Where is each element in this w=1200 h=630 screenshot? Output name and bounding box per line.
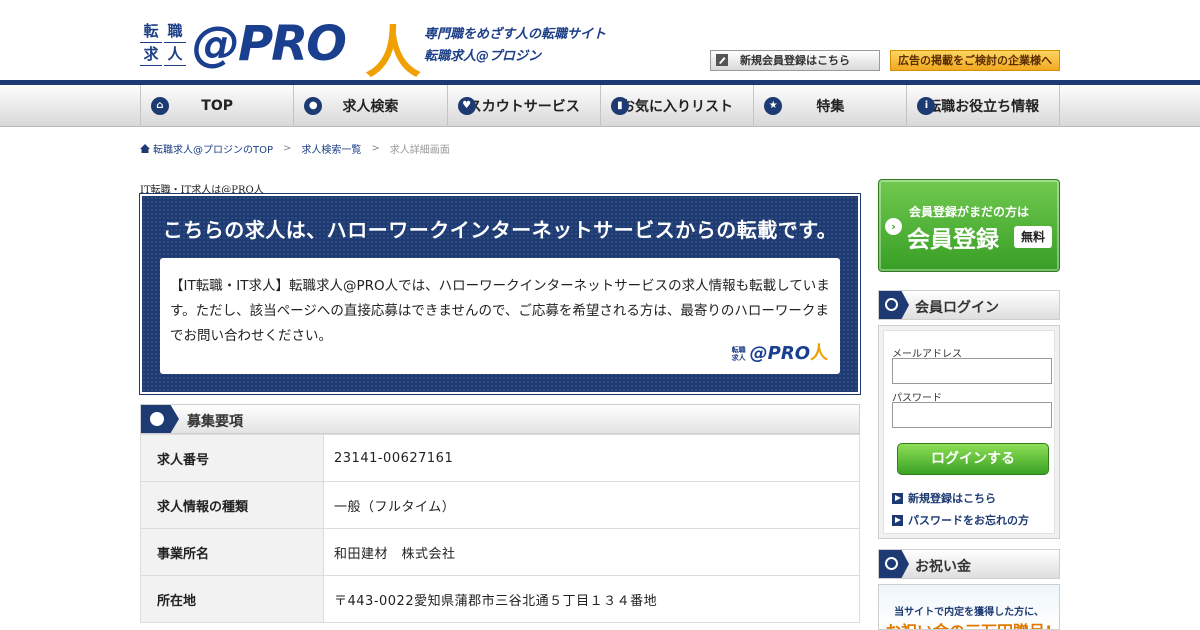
notice-title: こちらの求人は、ハローワークインターネットサービスからの転載です。 [162,218,838,242]
play-arrow-icon [892,492,903,504]
nav-label: 特集 [816,99,845,115]
table-row: 所在地 〒443-0022愛知県蒲郡市三谷北通５丁目１３４番地 [140,575,860,623]
nav-label: 求人検索 [342,99,399,115]
table-row: 求人番号 23141-00627161 [140,434,860,482]
new-member-register-button[interactable]: 新規会員登録はこちら [710,50,880,71]
home-icon: ⌂ [151,97,169,115]
nav-label: TOP [201,98,233,114]
notice-body-box: 【IT転職・IT求人】転職求人@PRO人では、ハローワークインターネットサービス… [160,258,840,374]
requirements-table: 求人番号 23141-00627161 求人情報の種類 一般（フルタイム） 事業… [140,434,860,623]
site-tagline: 専門職をめざす人の転職サイト 転職求人@プロジン [424,24,606,68]
breadcrumb-list-link[interactable]: 求人検索一覧 [301,141,361,156]
pencil-icon [716,54,728,66]
tagline-line-2: 転職求人@プロジン [424,49,542,64]
row-label: 求人情報の種類 [140,481,324,529]
nav-item-favorites[interactable]: ▮ お気に入りリスト [599,85,753,127]
gift-panel-header: お祝い金 [878,549,1060,579]
table-row: 求人情報の種類 一般（フルタイム） [140,481,860,529]
bookmark-icon: ▮ [610,97,629,115]
login-panel-title: 会員ログイン [915,300,999,316]
list-icon [150,412,164,426]
logo-kanji: 転職 求人 [140,20,190,70]
nav-item-career-info[interactable]: i 転職お役立ち情報 [906,85,1060,127]
row-value: 和田建材 株式会社 [323,528,860,576]
notice-body-text: 【IT転職・IT求人】転職求人@PRO人では、ハローワークインターネットサービス… [170,278,830,344]
section-title: 募集要項 [187,414,243,430]
breadcrumb-separator: > [371,143,380,154]
nav-label: 転職お役立ち情報 [927,99,1040,115]
heart-icon: ♥ [457,97,476,115]
register-banner-line2: 会員登録 [907,227,999,253]
nav-label: スカウトサービス [467,99,580,115]
notice-logo-mark: @PRO [749,343,810,364]
sidebar-register-banner[interactable]: › 会員登録がまだの方は 会員登録 無料 [878,179,1060,272]
row-label: 求人番号 [140,434,324,482]
notice-logo: 転職 求人 @PRO人 [732,341,828,366]
diamond-icon [885,557,898,570]
logo-person-glyph: 人 [365,20,421,86]
email-field[interactable] [892,358,1052,384]
forgot-password-link[interactable]: パスワードをお忘れの方 [892,512,1029,528]
breadcrumb-home-link[interactable]: 転職求人@プロジンのTOP [153,141,273,156]
gift-panel-title: お祝い金 [915,559,971,575]
site-header: 転職 求人 @PRO 人 専門職をめざす人の転職サイト 転職求人@プロジン 新規… [0,0,1200,86]
site-logo[interactable]: 転職 求人 @PRO 人 [140,8,421,86]
tagline-line-1: 専門職をめざす人の転職サイト [424,27,607,42]
login-panel: メールアドレス パスワード ログインする 新規登録はこちら パスワードをお忘れの… [878,325,1060,539]
notice-logo-kanji: 転職 求人 [731,346,746,362]
table-row: 事業所名 和田建材 株式会社 [140,528,860,576]
free-badge: 無料 [1014,226,1052,248]
nav-item-top[interactable]: ⌂ TOP [140,85,293,127]
nav-label: お気に入りリスト [621,99,734,115]
register-banner-line1: 会員登録がまだの方は [909,205,1030,219]
section-tag [879,291,909,319]
row-value: 一般（フルタイム） [323,481,860,529]
hellowork-notice-banner: こちらの求人は、ハローワークインターネットサービスからの転載です。 【IT転職・… [139,193,861,395]
play-arrow-icon [892,514,903,526]
breadcrumb: 転職求人@プロジンのTOP > 求人検索一覧 > 求人詳細画面 [140,141,450,156]
advertise-button[interactable]: 広告の掲載をご検討の企業様へ [890,50,1060,71]
login-form: メールアドレス パスワード ログインする 新規登録はこちら パスワードをお忘れの… [883,330,1055,534]
logo-mark: @PRO [192,16,347,72]
notice-logo-person: 人 [810,343,828,364]
row-value: 〒443-0022愛知県蒲郡市三谷北通５丁目１３４番地 [323,575,860,623]
nav-item-job-search[interactable]: ● 求人検索 [293,85,446,127]
home-icon [140,144,150,153]
star-icon: ★ [764,97,783,115]
password-field[interactable] [892,402,1052,428]
link-label: 新規登録はこちら [908,492,996,505]
link-label: パスワードをお忘れの方 [908,514,1029,527]
chevron-right-icon: › [885,218,902,235]
row-value: 23141-00627161 [323,434,860,482]
login-panel-header: 会員ログイン [878,290,1060,320]
requirements-section-header: 募集要項 [140,404,860,434]
gift-banner[interactable]: 当サイトで内定を獲得した方に、 お祝い金の三万円贈呈! [878,584,1060,630]
breadcrumb-separator: > [283,143,292,154]
nav-item-scout[interactable]: ♥ スカウトサービス [446,85,600,127]
register-button-label: 新規会員登録はこちら [740,54,850,67]
gift-banner-text: 当サイトで内定を獲得した方に、 [894,607,1044,618]
search-icon: ● [304,97,323,115]
row-label: 事業所名 [140,528,324,576]
row-label: 所在地 [140,575,324,623]
gear-icon [885,298,898,311]
nav-item-features[interactable]: ★ 特集 [753,85,906,127]
breadcrumb-current: 求人詳細画面 [389,145,450,156]
section-tag [141,405,179,433]
new-registration-link[interactable]: 新規登録はこちら [892,490,996,506]
global-nav: ⌂ TOP ● 求人検索 ♥ スカウトサービス ▮ お気に入りリスト ★ 特集 i 転職お役… [0,85,1200,127]
login-button[interactable]: ログインする [897,443,1049,475]
gift-banner-headline: お祝い金の三万円贈呈! [885,618,1052,629]
section-tag [879,550,909,578]
